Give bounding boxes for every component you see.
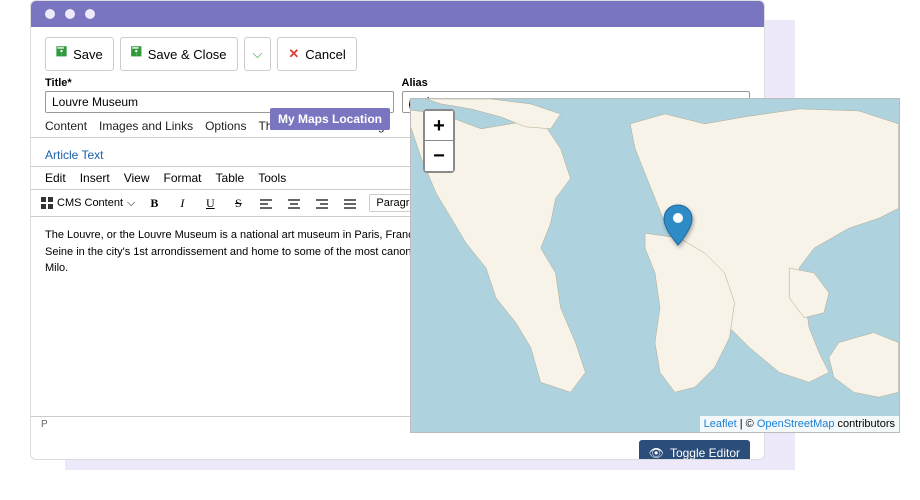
maps-location-tooltip: My Maps Location [270, 108, 390, 130]
cancel-label: Cancel [305, 47, 345, 62]
align-center-button[interactable] [285, 195, 303, 210]
save-button[interactable]: 🖬 Save [45, 37, 114, 71]
action-toolbar: 🖬 Save 🖬 Save & Close ⌵ ✕ Cancel [31, 27, 764, 77]
map-canvas[interactable] [411, 99, 899, 432]
bold-button[interactable]: B [145, 196, 163, 211]
toggle-editor-button[interactable]: 👁 Toggle Editor [639, 440, 750, 460]
chevron-down-icon: ⌵ [253, 46, 263, 62]
strike-button[interactable]: S [229, 196, 247, 211]
map-marker[interactable] [663, 204, 693, 251]
eye-icon: 👁 [649, 446, 664, 460]
joomla-icon [41, 197, 53, 209]
tab-content[interactable]: Content [45, 119, 87, 133]
osm-link[interactable]: OpenStreetMap [757, 418, 835, 430]
map-panel[interactable]: + − Leaflet | © OpenStreetMap contributo… [410, 98, 900, 433]
save-icon: 🖬 [56, 43, 67, 65]
tab-options[interactable]: Options [205, 119, 246, 133]
save-close-button[interactable]: 🖬 Save & Close [120, 37, 238, 71]
title-label: Title* [45, 77, 394, 89]
tab-images-links[interactable]: Images and Links [99, 119, 193, 133]
menu-tools[interactable]: Tools [258, 171, 286, 185]
window-titlebar [31, 1, 764, 27]
save-close-label: Save & Close [148, 47, 227, 62]
menu-table[interactable]: Table [216, 171, 245, 185]
map-attribution: Leaflet | © OpenStreetMap contributors [700, 416, 899, 432]
save-dropdown-button[interactable]: ⌵ [244, 37, 272, 71]
zoom-control: + − [423, 109, 455, 173]
menu-view[interactable]: View [124, 171, 150, 185]
leaflet-link[interactable]: Leaflet [704, 418, 737, 430]
close-icon: ✕ [288, 46, 299, 62]
chevron-down-icon: ⌵ [127, 197, 135, 210]
zoom-in-button[interactable]: + [425, 111, 453, 141]
menu-edit[interactable]: Edit [45, 171, 66, 185]
window-dot [85, 9, 95, 19]
zoom-out-button[interactable]: − [425, 141, 453, 171]
window-dot [65, 9, 75, 19]
align-left-button[interactable] [257, 195, 275, 210]
alias-label: Alias [402, 77, 751, 89]
italic-button[interactable]: I [173, 196, 191, 211]
menu-insert[interactable]: Insert [80, 171, 110, 185]
window-dot [45, 9, 55, 19]
save-icon: 🖬 [131, 43, 142, 65]
align-right-button[interactable] [313, 195, 331, 210]
menu-format[interactable]: Format [164, 171, 202, 185]
save-label: Save [73, 47, 103, 62]
cms-content-button[interactable]: CMS Content ⌵ [41, 197, 135, 210]
cancel-button[interactable]: ✕ Cancel [277, 37, 356, 71]
align-justify-button[interactable] [341, 195, 359, 210]
underline-button[interactable]: U [201, 196, 219, 211]
